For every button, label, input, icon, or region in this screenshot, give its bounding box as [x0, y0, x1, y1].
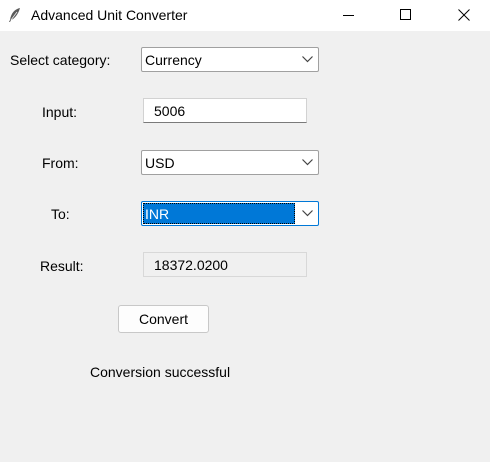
result-field: 18372.0200: [143, 252, 307, 277]
category-value: Currency: [145, 52, 202, 68]
to-value: INR: [145, 206, 170, 222]
chevron-down-icon: [302, 159, 313, 166]
to-label: To:: [51, 206, 70, 222]
category-select[interactable]: Currency: [141, 47, 319, 72]
from-value: USD: [145, 155, 175, 171]
convert-button[interactable]: Convert: [118, 305, 209, 333]
close-icon: [458, 9, 470, 21]
title-bar: Advanced Unit Converter: [0, 0, 490, 31]
maximize-button[interactable]: [383, 0, 429, 31]
chevron-down-icon: [302, 56, 313, 63]
close-button[interactable]: [441, 0, 487, 31]
chevron-down-icon: [302, 210, 313, 217]
input-value: 5006: [154, 103, 186, 119]
feather-icon: [8, 7, 22, 23]
from-label: From:: [42, 155, 79, 171]
from-select[interactable]: USD: [141, 150, 319, 175]
status-message: Conversion successful: [90, 364, 231, 380]
maximize-icon: [400, 9, 411, 20]
to-select[interactable]: INR: [141, 201, 319, 226]
result-label: Result:: [40, 258, 84, 274]
category-label: Select category:: [10, 52, 111, 68]
minimize-button[interactable]: [326, 0, 372, 31]
input-field[interactable]: 5006: [143, 98, 307, 123]
input-label: Input:: [42, 104, 78, 120]
result-value: 18372.0200: [154, 257, 228, 273]
minimize-icon: [343, 15, 354, 16]
window-title: Advanced Unit Converter: [31, 7, 188, 23]
